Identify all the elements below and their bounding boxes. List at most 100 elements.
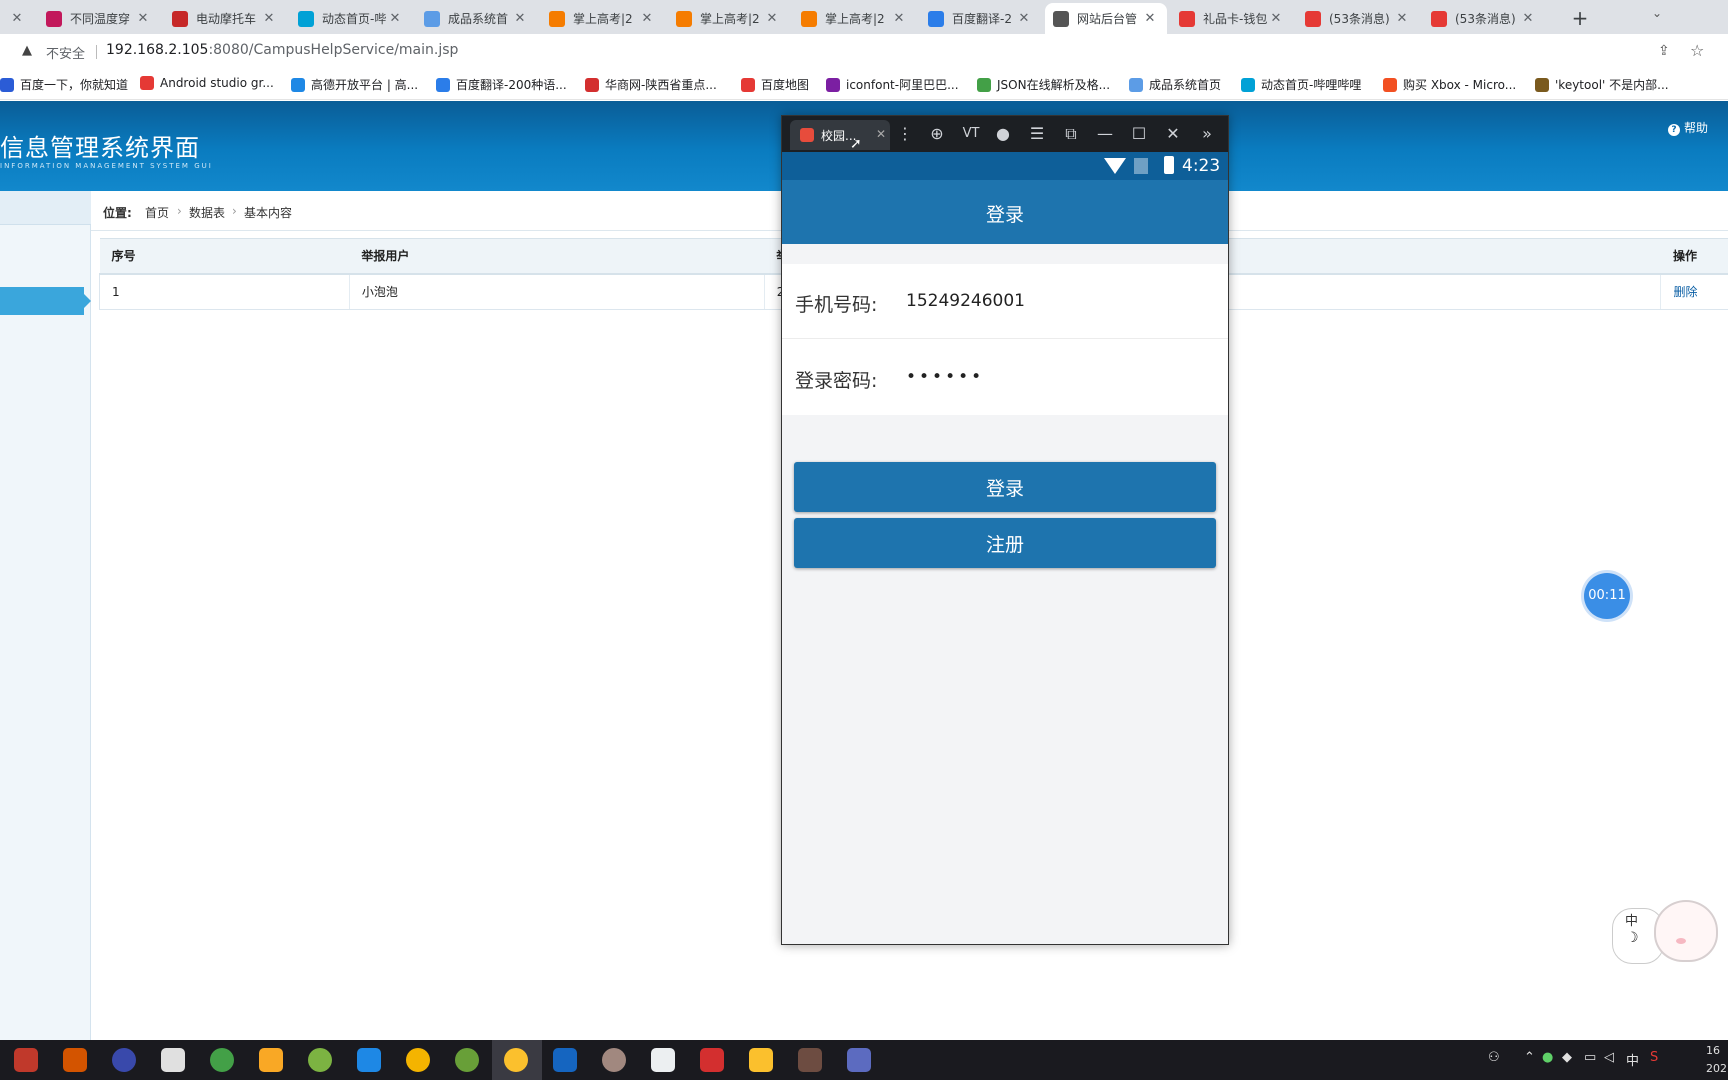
tab-close-icon[interactable]: ✕ (262, 11, 276, 26)
menu-icon[interactable]: ☰ (1024, 122, 1050, 146)
tab-close-icon[interactable]: ✕ (388, 11, 402, 26)
network-icon[interactable]: ▭ (1584, 1050, 1596, 1065)
bookmark-item[interactable]: 高德开放平台 | 高... (291, 76, 418, 93)
address-input[interactable]: 192.168.2.105:8080/CampusHelpService/mai… (106, 42, 458, 58)
cell-action: 删除 (1660, 273, 1728, 310)
steam-icon[interactable] (14, 1048, 38, 1072)
tray-wechat-icon[interactable]: ● (1542, 1050, 1553, 1065)
share-icon[interactable]: ⇪ (1658, 43, 1670, 59)
tray-ime-icon[interactable]: S (1650, 1050, 1658, 1065)
tab-close-icon[interactable]: ✕ (1395, 11, 1409, 26)
tab-close-icon[interactable]: ✕ (1269, 11, 1283, 26)
ime-assistant[interactable]: 中 ☽ (1612, 884, 1728, 970)
tab-search-icon[interactable]: ⌄ (1652, 6, 1662, 20)
mountain-app-icon[interactable] (847, 1048, 871, 1072)
browser-tab[interactable]: 不同温度穿 ✕ (38, 3, 160, 34)
bookmark-item[interactable]: JSON在线解析及格... (977, 76, 1110, 93)
register-button[interactable]: 注册 (794, 518, 1216, 568)
close-icon[interactable]: ✕ (876, 127, 886, 141)
gamepad-icon[interactable]: ⊕ (924, 122, 950, 146)
help-link[interactable]: ? 帮助 (1668, 119, 1708, 136)
browser-tab[interactable]: 电动摩托车 ✕ (164, 3, 286, 34)
maximize-icon[interactable]: ☐ (1126, 122, 1152, 146)
browser-tab[interactable]: 网站后台管 ✕ (1045, 3, 1167, 34)
password-field[interactable] (906, 362, 1206, 392)
browser-tab[interactable]: 掌上高考|2 ✕ (541, 3, 664, 34)
browser-tab[interactable]: 动态首页-哔 ✕ (290, 3, 412, 34)
tab-close-icon[interactable]: ✕ (513, 11, 527, 26)
frog-app-icon[interactable] (308, 1048, 332, 1072)
delete-link[interactable]: 删除 (1673, 285, 1697, 299)
security-label[interactable]: 不安全 (46, 43, 85, 62)
volume-icon[interactable]: ◁ (1604, 1050, 1614, 1065)
qq-icon[interactable] (63, 1048, 87, 1072)
new-tab-button[interactable]: + (1566, 4, 1594, 32)
breadcrumb-datatable[interactable]: 数据表 (189, 204, 225, 221)
recording-timer[interactable]: 00:11 (1584, 573, 1630, 619)
browser-tab[interactable]: (53条消息) ✕ (1423, 3, 1545, 34)
sidebar-active-item[interactable] (0, 287, 91, 315)
minimize-icon[interactable]: — (1092, 122, 1118, 146)
bookmark-item[interactable]: iconfont-阿里巴巴... (826, 76, 959, 93)
emulator-tab[interactable]: 校园... ✕ ➚ (790, 120, 890, 152)
bookmark-item[interactable]: 购买 Xbox - Micro... (1383, 76, 1516, 93)
tab-label: 礼品卡-钱包 (1203, 12, 1268, 26)
network-app-icon[interactable] (651, 1048, 675, 1072)
address-bar-row: ▲ 不安全 192.168.2.105:8080/CampusHelpServi… (0, 34, 1728, 70)
browser-tab[interactable]: 掌上高考|2 ✕ (668, 3, 789, 34)
phone-field[interactable] (906, 286, 1206, 316)
bookmark-item[interactable]: 'keytool' 不是内部... (1535, 76, 1669, 93)
bookmark-item[interactable]: 百度地图 (741, 76, 809, 93)
script-app-icon[interactable] (553, 1048, 577, 1072)
virtualization-icon[interactable]: VT (958, 122, 984, 146)
eclipse-icon[interactable] (112, 1048, 136, 1072)
tab-close-icon[interactable]: ✕ (1521, 11, 1535, 26)
archive-app-icon[interactable] (798, 1048, 822, 1072)
people-icon[interactable]: ⚇ (1488, 1050, 1500, 1065)
browser-tab[interactable]: 百度翻译-2 ✕ (920, 3, 1041, 34)
tray-lang[interactable]: 中 (1626, 1050, 1639, 1069)
browser-tab[interactable]: 成品系统首 ✕ (416, 3, 537, 34)
browser-tab[interactable]: 掌上高考|2 ✕ (793, 3, 916, 34)
emulator-app-icon[interactable] (504, 1048, 528, 1072)
wps-icon[interactable] (700, 1048, 724, 1072)
bookmark-item[interactable]: 成品系统首页 (1129, 76, 1221, 93)
tab-close-icon[interactable]: ✕ (136, 11, 150, 26)
sublime-icon[interactable] (259, 1048, 283, 1072)
login-button[interactable]: 登录 (794, 462, 1216, 512)
android-studio-icon[interactable] (455, 1048, 479, 1072)
folder-icon[interactable] (749, 1048, 773, 1072)
tray-app-icon[interactable]: ◆ (1562, 1050, 1572, 1065)
close-window-icon[interactable]: ✕ (1160, 122, 1186, 146)
bookmark-star-icon[interactable]: ☆ (1690, 41, 1704, 60)
tab-close-icon[interactable]: ✕ (10, 11, 24, 26)
avatar-app-icon[interactable] (602, 1048, 626, 1072)
tab-favicon-icon (172, 10, 188, 27)
tab-label: (53条消息) (1329, 12, 1390, 26)
wechat-icon[interactable] (210, 1048, 234, 1072)
tab-close-icon[interactable]: ✕ (640, 11, 654, 26)
more-vertical-icon[interactable]: ⋮ (892, 122, 918, 146)
chrome-icon[interactable] (406, 1048, 430, 1072)
bookmark-item[interactable]: 百度一下，你就知道 (0, 76, 128, 93)
warning-icon[interactable]: ▲ (22, 43, 32, 58)
tab-close-icon[interactable]: ✕ (892, 11, 906, 26)
tab-close-icon[interactable]: ✕ (1143, 11, 1157, 26)
bookmark-item[interactable]: Android studio gr... (140, 76, 274, 90)
breadcrumb-home[interactable]: 首页 (145, 204, 169, 221)
screenshot-icon[interactable]: ⧉ (1058, 122, 1084, 146)
tab-close-icon[interactable]: ✕ (1017, 11, 1031, 26)
settings-gear-icon[interactable] (161, 1048, 185, 1072)
browser-tab[interactable]: 礼品卡-钱包 ✕ (1171, 3, 1293, 34)
browser-tab[interactable]: 家✕ (0, 3, 34, 34)
tray-clock[interactable]: 16 202 (1706, 1042, 1727, 1078)
bookmark-item[interactable]: 动态首页-哔哩哔哩 (1241, 76, 1361, 93)
account-icon[interactable]: ● (990, 122, 1016, 146)
edit-app-icon[interactable] (357, 1048, 381, 1072)
expand-sidebar-icon[interactable]: » (1194, 122, 1220, 146)
bookmark-item[interactable]: 百度翻译-200种语... (436, 76, 567, 93)
tray-expand-icon[interactable]: ⌃ (1524, 1050, 1535, 1065)
browser-tab[interactable]: (53条消息) ✕ (1297, 3, 1419, 34)
bookmark-item[interactable]: 华商网-陕西省重点... (585, 76, 717, 93)
tab-close-icon[interactable]: ✕ (765, 11, 779, 26)
